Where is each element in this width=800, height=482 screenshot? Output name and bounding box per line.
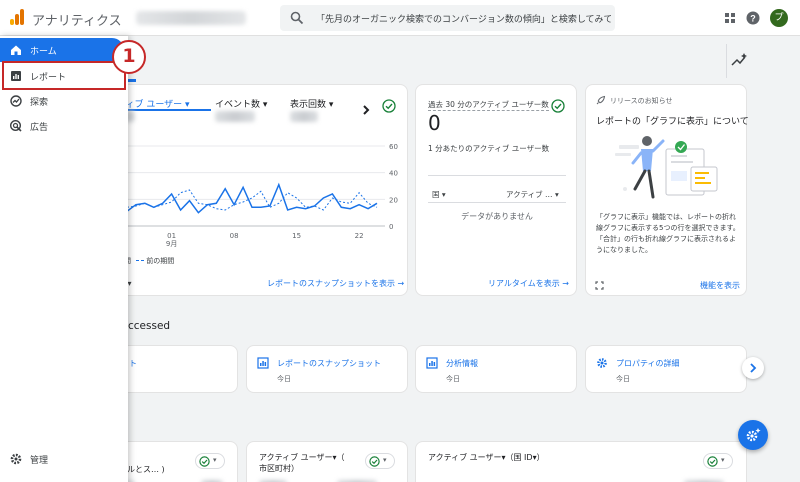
customize-card-button[interactable]: ▾ [365,453,395,469]
explore-icon [10,95,22,107]
recent-card-property[interactable]: プロパティの詳細 今日 [585,345,747,393]
tab-event-count[interactable]: イベント数 ▾ [215,97,267,110]
recently-accessed-title: ccessed [128,320,171,332]
gear-sparkle-icon [746,428,761,442]
view-feature-link[interactable]: 機能を表示 [700,280,740,291]
metric-value-event-count [215,111,255,122]
sidebar-item-home[interactable]: ホーム [0,38,124,62]
step-callout-badge: 1 [112,40,146,74]
no-data-message: データがありません [461,212,533,221]
y-tick-label: 40 [389,170,398,178]
reports-highlight-box [2,61,126,90]
sidebar-item-ads[interactable]: 広告 [0,114,124,138]
ads-icon [9,119,22,132]
analytics-logo-icon[interactable] [10,9,24,25]
column-country[interactable]: 国 ▾ [432,189,446,200]
check-circle-icon[interactable] [551,99,565,113]
sidebar-item-label: ホーム [30,47,57,57]
toolbar-divider [726,44,727,78]
series-line-current [126,182,378,214]
chevron-down-icon: ▾ [721,456,725,464]
sidebar-item-label: 広告 [30,123,49,133]
search-input[interactable]: 「先月のオーガニック検索でのコンバージョン数の傾向」と検索してみてく… [316,12,611,25]
check-circle-icon[interactable] [382,99,396,113]
svg-text:?: ? [750,13,756,23]
overview-card: ティブ ユーザー ▾ イベント数 ▾ 表示回数 ▾ 60 40 20 0 01 9月 08 1… [96,84,408,296]
customize-card-button[interactable]: ▾ [195,453,225,469]
bottom-card-2: アクティブ ユーザー▾（ 市区町村） ▾ [246,441,408,482]
app-title[interactable]: アナリティクス [32,10,122,29]
bottom-card-title: アクティブ ユーザー▾（国 ID▾） [428,453,545,462]
recent-card-label[interactable]: プロパティの詳細 [616,358,680,369]
gear-icon [597,358,607,368]
y-tick-label: 60 [389,143,398,151]
release-notes-card: リリースのお知らせ レポートの「グラフに表示」について 「グラフに表示」機能では… [585,84,749,296]
sidebar-item-label: 管理 [30,456,49,466]
release-notes-body: 「グラフに表示」機能では、レポートの折れ線グラフに表示する5つの行を選択できます… [596,213,740,254]
recent-card-date: 今日 [446,375,460,383]
sidebar-item-explore[interactable]: 探索 [0,89,124,113]
view-realtime-link[interactable]: リアルタイムを表示 → [488,278,569,289]
recent-card-date: 今日 [616,375,630,383]
recent-card-date: 今日 [277,375,291,383]
realtime-subtitle: 1 分あたりのアクティブ ユーザー数 [428,144,550,153]
y-tick-label: 20 [389,196,398,204]
x-tick-label: 01 [167,232,176,240]
line-chart: 60 40 20 0 019月 08 15 22 [126,143,398,248]
x-tick-label: 08 [230,232,239,240]
chevron-down-icon: ▾ [213,456,217,464]
carousel-next-button[interactable] [742,357,764,379]
bar-chart-icon [426,357,438,369]
x-tick-label: 22 [355,232,364,240]
metric-value-views [290,111,318,122]
check-circle-icon [369,456,380,467]
bar-chart-icon [257,357,269,369]
search-icon [290,11,304,25]
bottom-card-3: アクティブ ユーザー▾（国 ID▾） ▾ [415,441,747,482]
recent-card-label[interactable]: 分析情報 [446,358,478,369]
divider [428,202,566,203]
help-icon[interactable]: ? [745,10,761,26]
column-active-users[interactable]: アクティブ … ▾ [506,189,559,200]
tab-views[interactable]: 表示回数 ▾ [290,97,333,110]
sidebar-item-label: 探索 [30,98,49,108]
recent-card-snapshot[interactable]: レポートのスナップショット 今日 [246,345,408,393]
sidebar: ホーム レポート 探索 広告 管理 [0,36,128,482]
recent-card-label[interactable]: レポートのスナップショット [277,358,381,369]
recent-card-label[interactable]: ト [129,358,137,369]
top-bar: アナリティクス 「先月のオーガニック検索でのコンバージョン数の傾向」と検索してみ… [0,0,800,36]
divider [428,175,566,176]
chevron-right-icon [750,363,757,373]
y-tick-label: 0 [389,223,393,231]
release-notes-header: リリースのお知らせ [610,97,673,105]
rocket-icon [596,95,606,105]
legend-previous: 前の期間 [146,257,175,265]
sidebar-item-admin[interactable]: 管理 [0,447,124,471]
realtime-value: 0 [428,111,441,135]
customize-card-button[interactable]: ▾ [703,453,733,469]
active-tab-indicator [128,79,136,82]
home-icon [11,45,21,55]
avatar[interactable]: プ [770,9,788,27]
gear-icon [10,453,22,465]
chevron-right-icon[interactable] [361,104,371,116]
settings-fab-button[interactable] [738,420,768,450]
x-tick-label: 15 [292,232,301,240]
check-circle-icon [707,456,718,467]
check-circle-icon [199,456,210,467]
x-tick-label: 9月 [166,240,177,248]
account-selector[interactable] [136,11,246,25]
search-bar[interactable]: 「先月のオーガニック検索でのコンバージョン数の傾向」と検索してみてく… [280,5,615,31]
realtime-card: 過去 30 分のアクティブ ユーザー数 0 1 分あたりのアクティブ ユーザー数… [415,84,577,296]
apps-grid-icon[interactable] [722,10,738,26]
bottom-card-title: アクティブ ユーザー▾（ 市区町村） [259,453,345,473]
recent-card-insights[interactable]: 分析情報 今日 [415,345,577,393]
chevron-down-icon: ▾ [383,456,387,464]
insights-sparkle-icon[interactable] [728,50,750,72]
expand-icon[interactable] [595,281,604,290]
realtime-title: 過去 30 分のアクティブ ユーザー数 [428,100,549,111]
view-snapshot-link[interactable]: レポートのスナップショットを表示 → [267,278,404,289]
release-notes-title: レポートの「グラフに表示」について [596,117,749,127]
release-illustration [615,136,718,199]
